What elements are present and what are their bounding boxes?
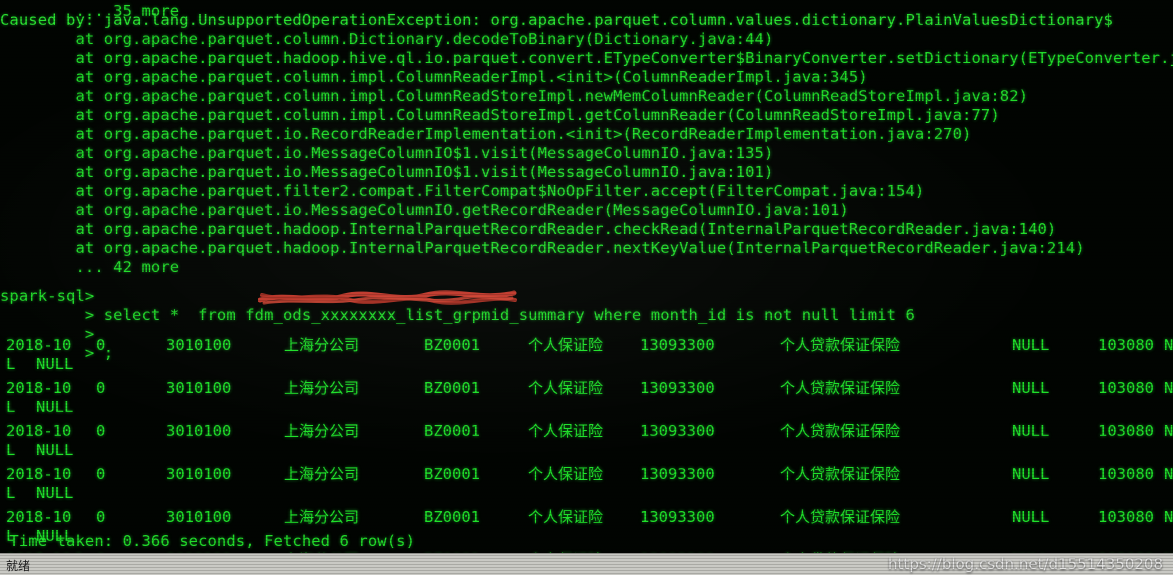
cell-tail: N: [1164, 336, 1173, 354]
cell-prod-code: BZ0001: [424, 336, 480, 354]
cell-amount: 13093300: [640, 508, 715, 526]
stacktrace-line-3: at org.apache.parquet.hadoop.hive.ql.io.…: [0, 49, 1173, 67]
cell-flag: 0: [96, 379, 106, 397]
stacktrace-line-4: at org.apache.parquet.column.impl.Column…: [0, 68, 868, 86]
stacktrace-line-5: at org.apache.parquet.column.impl.Column…: [0, 87, 1029, 105]
cell-null-col: NULL: [1012, 465, 1050, 483]
cell-amount: 13093300: [640, 336, 715, 354]
cell-null-col: NULL: [1012, 336, 1050, 354]
cell-org-name: 上海分公司: [284, 465, 360, 483]
cell-code: 3010100: [166, 508, 232, 526]
cell-prod-name: 个人保证险: [528, 465, 604, 483]
cell-num-col: 103080: [1098, 508, 1154, 526]
cell-code: 3010100: [166, 379, 232, 397]
cell-line2-label: L: [6, 441, 16, 459]
cell-line2-null: NULL: [36, 484, 74, 502]
stacktrace-line-1: Caused by: java.lang.UnsupportedOperatio…: [0, 11, 1113, 29]
cell-null-col: NULL: [1012, 379, 1050, 397]
cell-prod-name-full: 个人贷款保证保险: [780, 336, 901, 354]
stacktrace-line-8: at org.apache.parquet.io.MessageColumnIO…: [0, 144, 774, 162]
cell-month-id: 2018-10: [6, 422, 72, 440]
cell-month-id: 2018-10: [6, 508, 72, 526]
cell-prod-name: 个人保证险: [528, 422, 604, 440]
cell-month-id: 2018-10: [6, 379, 72, 397]
cell-line2-null: NULL: [36, 398, 74, 416]
stacktrace-line-2: at org.apache.parquet.column.Dictionary.…: [0, 30, 774, 48]
cell-flag: 0: [96, 336, 106, 354]
cell-prod-name: 个人保证险: [528, 336, 604, 354]
cell-prod-name-full: 个人贷款保证保险: [780, 379, 901, 397]
stacktrace-line-14: ... 42 more: [0, 258, 180, 276]
prompt-line-1: > select * from fdm_ods_xxxxxxxx_list_gr…: [0, 306, 915, 324]
cell-line2-null: NULL: [36, 441, 74, 459]
cell-flag: 0: [96, 422, 106, 440]
stacktrace-line-9: at org.apache.parquet.io.MessageColumnIO…: [0, 163, 774, 181]
watermark-url: https://blog.csdn.net/d15514350208: [888, 555, 1163, 573]
cell-tail: N: [1164, 379, 1173, 397]
table-row: 2018-10 0 3010100 上海分公司 BZ0001 个人保证险 13093300 个…: [0, 422, 1173, 465]
cell-prod-name-full: 个人贷款保证保险: [780, 465, 901, 483]
cell-line2-label: L: [6, 398, 16, 416]
cell-flag: 0: [96, 508, 106, 526]
cell-code: 3010100: [166, 422, 232, 440]
stacktrace-line-13: at org.apache.parquet.hadoop.InternalPar…: [0, 239, 1085, 257]
cell-line2-null: NULL: [36, 355, 74, 373]
cell-tail: N: [1164, 465, 1173, 483]
cell-month-id: 2018-10: [6, 336, 72, 354]
cell-line2-label: L: [6, 484, 16, 502]
cell-prod-code: BZ0001: [424, 465, 480, 483]
stacktrace-line-11: at org.apache.parquet.io.MessageColumnIO…: [0, 201, 849, 219]
cell-line2-label: L: [6, 355, 16, 373]
cell-null-col: NULL: [1012, 508, 1050, 526]
cell-null-col: NULL: [1012, 422, 1050, 440]
cell-code: 3010100: [166, 465, 232, 483]
stacktrace-line-12: at org.apache.parquet.hadoop.InternalPar…: [0, 220, 1057, 238]
table-row: 2018-10 0 3010100 上海分公司 BZ0001 个人保证险 13093300 个…: [0, 465, 1173, 508]
cell-org-name: 上海分公司: [284, 336, 360, 354]
cell-code: 3010100: [166, 336, 232, 354]
cell-prod-name: 个人保证险: [528, 379, 604, 397]
cell-num-col: 103080: [1098, 336, 1154, 354]
table-row: 2018-10 0 3010100 上海分公司 BZ0001 个人保证险 13093300 个…: [0, 336, 1173, 379]
table-row: 2018-10 0 3010100 上海分公司 BZ0001 个人保证险 13093300 个…: [0, 379, 1173, 422]
cell-prod-code: BZ0001: [424, 422, 480, 440]
cell-org-name: 上海分公司: [284, 422, 360, 440]
cell-tail: N: [1164, 422, 1173, 440]
status-bar-text: 就绪: [6, 559, 31, 573]
cell-num-col: 103080: [1098, 379, 1154, 397]
cell-month-id: 2018-10: [6, 465, 72, 483]
cell-prod-name-full: 个人贷款保证保险: [780, 422, 901, 440]
footer-line-0: Time taken: 0.366 seconds, Fetched 6 row…: [0, 532, 415, 550]
cell-prod-code: BZ0001: [424, 379, 480, 397]
cell-org-name: 上海分公司: [284, 379, 360, 397]
stacktrace-line-7: at org.apache.parquet.io.RecordReaderImp…: [0, 125, 972, 143]
stacktrace-line-6: at org.apache.parquet.column.impl.Column…: [0, 106, 1000, 124]
cell-org-name: 上海分公司: [284, 508, 360, 526]
cell-prod-code: BZ0001: [424, 508, 480, 526]
cell-amount: 13093300: [640, 379, 715, 397]
cell-prod-name-full: 个人贷款保证保险: [780, 508, 901, 526]
cell-flag: 0: [96, 465, 106, 483]
stacktrace-line-10: at org.apache.parquet.filter2.compat.Fil…: [0, 182, 925, 200]
cell-tail: N: [1164, 508, 1173, 526]
cell-prod-name: 个人保证险: [528, 508, 604, 526]
cell-amount: 13093300: [640, 465, 715, 483]
prompt-line-0: spark-sql>: [0, 287, 95, 305]
redaction-scribble-icon: [258, 290, 517, 305]
cell-num-col: 103080: [1098, 465, 1154, 483]
terminal-window[interactable]: ... 35 more Caused by: java.lang.Unsuppor…: [0, 0, 1173, 575]
cell-num-col: 103080: [1098, 422, 1154, 440]
cell-amount: 13093300: [640, 422, 715, 440]
